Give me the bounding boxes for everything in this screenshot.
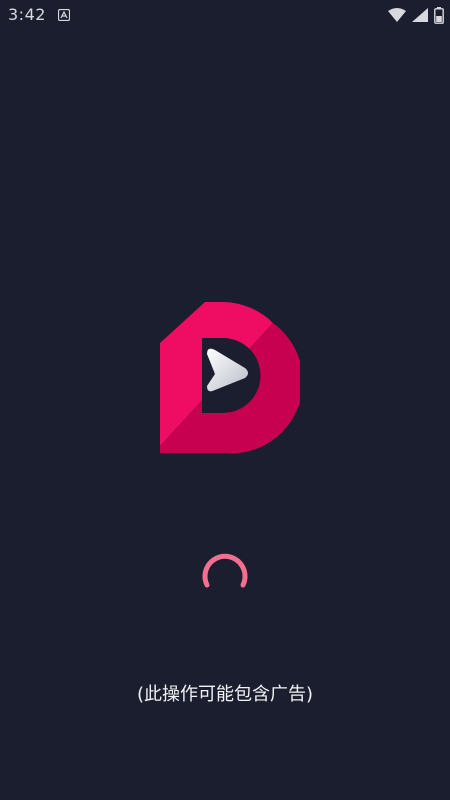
wifi-icon xyxy=(388,8,406,22)
status-time: 3:42 xyxy=(8,5,46,24)
ad-disclaimer: (此操作可能包含广告) xyxy=(136,684,314,705)
signal-icon xyxy=(412,8,428,22)
battery-icon xyxy=(434,6,444,24)
notification-icon xyxy=(58,9,70,21)
status-bar: 3:42 xyxy=(0,0,450,32)
app-logo xyxy=(160,302,300,454)
loading-spinner xyxy=(202,553,248,588)
status-icons xyxy=(388,6,444,24)
